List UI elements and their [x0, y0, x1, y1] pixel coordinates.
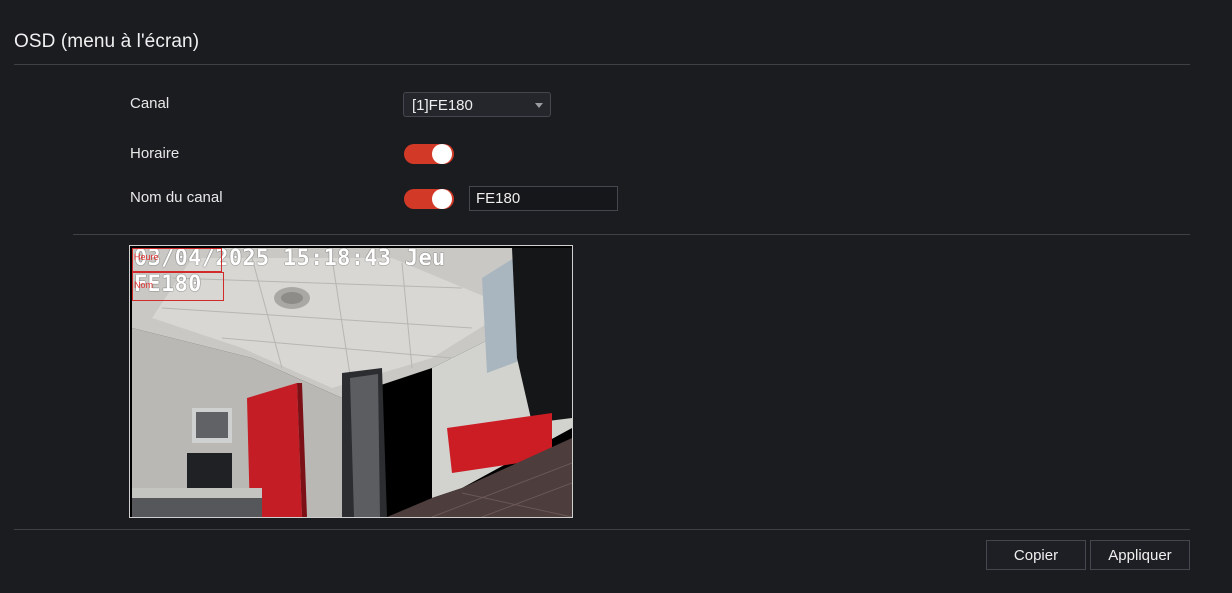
- horaire-label: Horaire: [130, 145, 180, 162]
- divider-top: [14, 64, 1190, 65]
- copy-button[interactable]: Copier: [986, 540, 1086, 570]
- nom-canal-toggle[interactable]: [404, 189, 454, 209]
- canal-select-value: [1]FE180: [412, 97, 473, 114]
- datetime-overlay-tag: Heure: [134, 252, 159, 262]
- horaire-toggle[interactable]: [404, 144, 454, 164]
- divider-middle: [73, 234, 1190, 235]
- nom-canal-label: Nom du canal: [130, 189, 223, 206]
- chevron-down-icon: [535, 103, 543, 108]
- nom-canal-input[interactable]: [469, 186, 618, 211]
- channel-name-overlay-tag: Nom: [134, 280, 154, 290]
- divider-bottom: [14, 529, 1190, 530]
- toggle-knob: [432, 189, 452, 209]
- osd-settings-page: OSD (menu à l'écran) Canal [1]FE180 Hora…: [0, 0, 1232, 593]
- canal-select[interactable]: [1]FE180: [403, 92, 551, 117]
- apply-button[interactable]: Appliquer: [1090, 540, 1190, 570]
- canal-label: Canal: [130, 95, 170, 112]
- page-title: OSD (menu à l'écran): [14, 31, 200, 52]
- camera-preview[interactable]: 03/04/2025 15:18:43 Jeu FE180 Heure Nom: [129, 245, 573, 518]
- toggle-knob: [432, 144, 452, 164]
